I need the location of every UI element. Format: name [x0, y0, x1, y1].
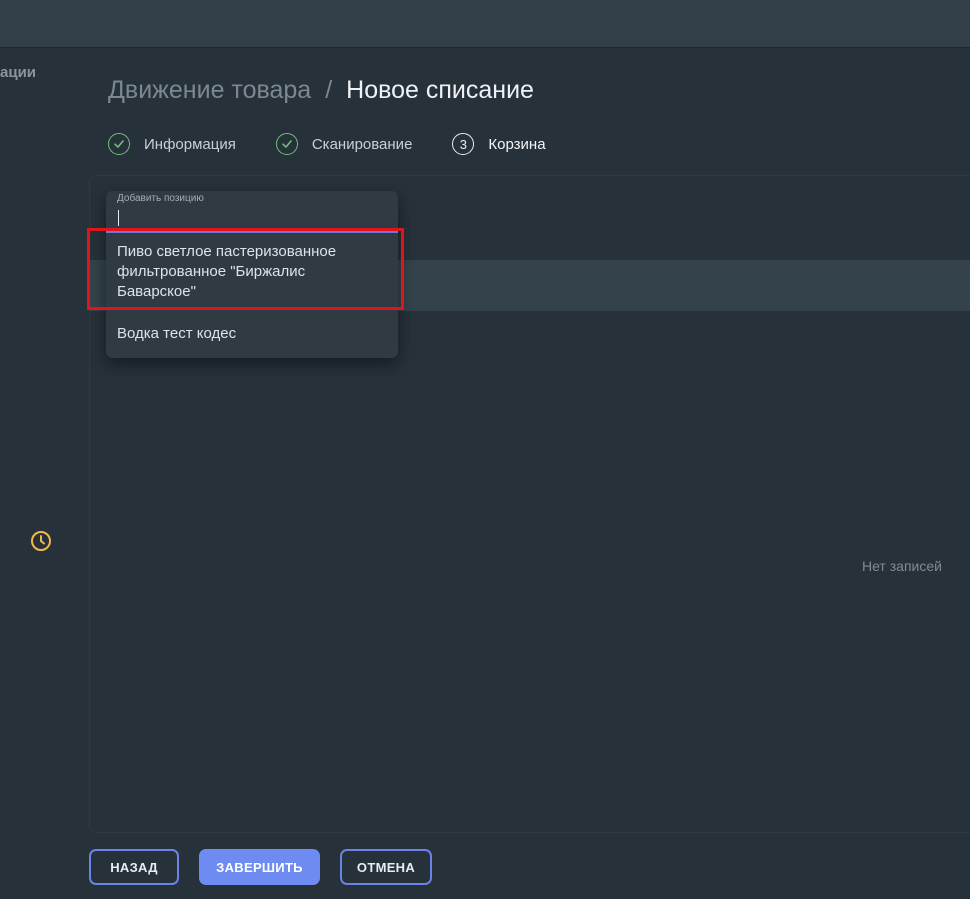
- step-scanning[interactable]: Сканирование: [275, 133, 413, 155]
- breadcrumb: Движение товара / Новое списание: [108, 74, 534, 106]
- top-app-bar: [0, 0, 970, 48]
- check-icon: [275, 133, 298, 155]
- clock-icon[interactable]: [29, 529, 53, 553]
- step-label: Корзина: [488, 135, 546, 153]
- text-caret: [118, 210, 119, 226]
- autocomplete-option[interactable]: Водка тест кодес: [117, 324, 387, 344]
- sidebar-item-label[interactable]: ации: [0, 64, 36, 81]
- selection-highlight-box: [87, 228, 404, 310]
- back-button[interactable]: НАЗАД: [89, 849, 179, 885]
- cancel-button[interactable]: ОТМЕНА: [340, 849, 432, 885]
- stepper: Информация Сканирование 3 Корзина: [108, 131, 586, 157]
- finish-button[interactable]: ЗАВЕРШИТЬ: [199, 849, 320, 885]
- step-label: Информация: [144, 135, 236, 153]
- check-icon: [108, 133, 130, 155]
- step-label: Сканирование: [311, 135, 413, 153]
- add-position-label: Добавить позицию: [117, 193, 204, 204]
- step-cart[interactable]: 3 Корзина: [452, 133, 546, 155]
- page-title: Новое списание: [346, 76, 534, 104]
- empty-state-text: Нет записей: [862, 558, 942, 574]
- breadcrumb-parent[interactable]: Движение товара: [108, 76, 311, 104]
- step-number: 3: [452, 133, 475, 155]
- breadcrumb-separator: /: [325, 76, 333, 104]
- step-information[interactable]: Информация: [108, 133, 236, 155]
